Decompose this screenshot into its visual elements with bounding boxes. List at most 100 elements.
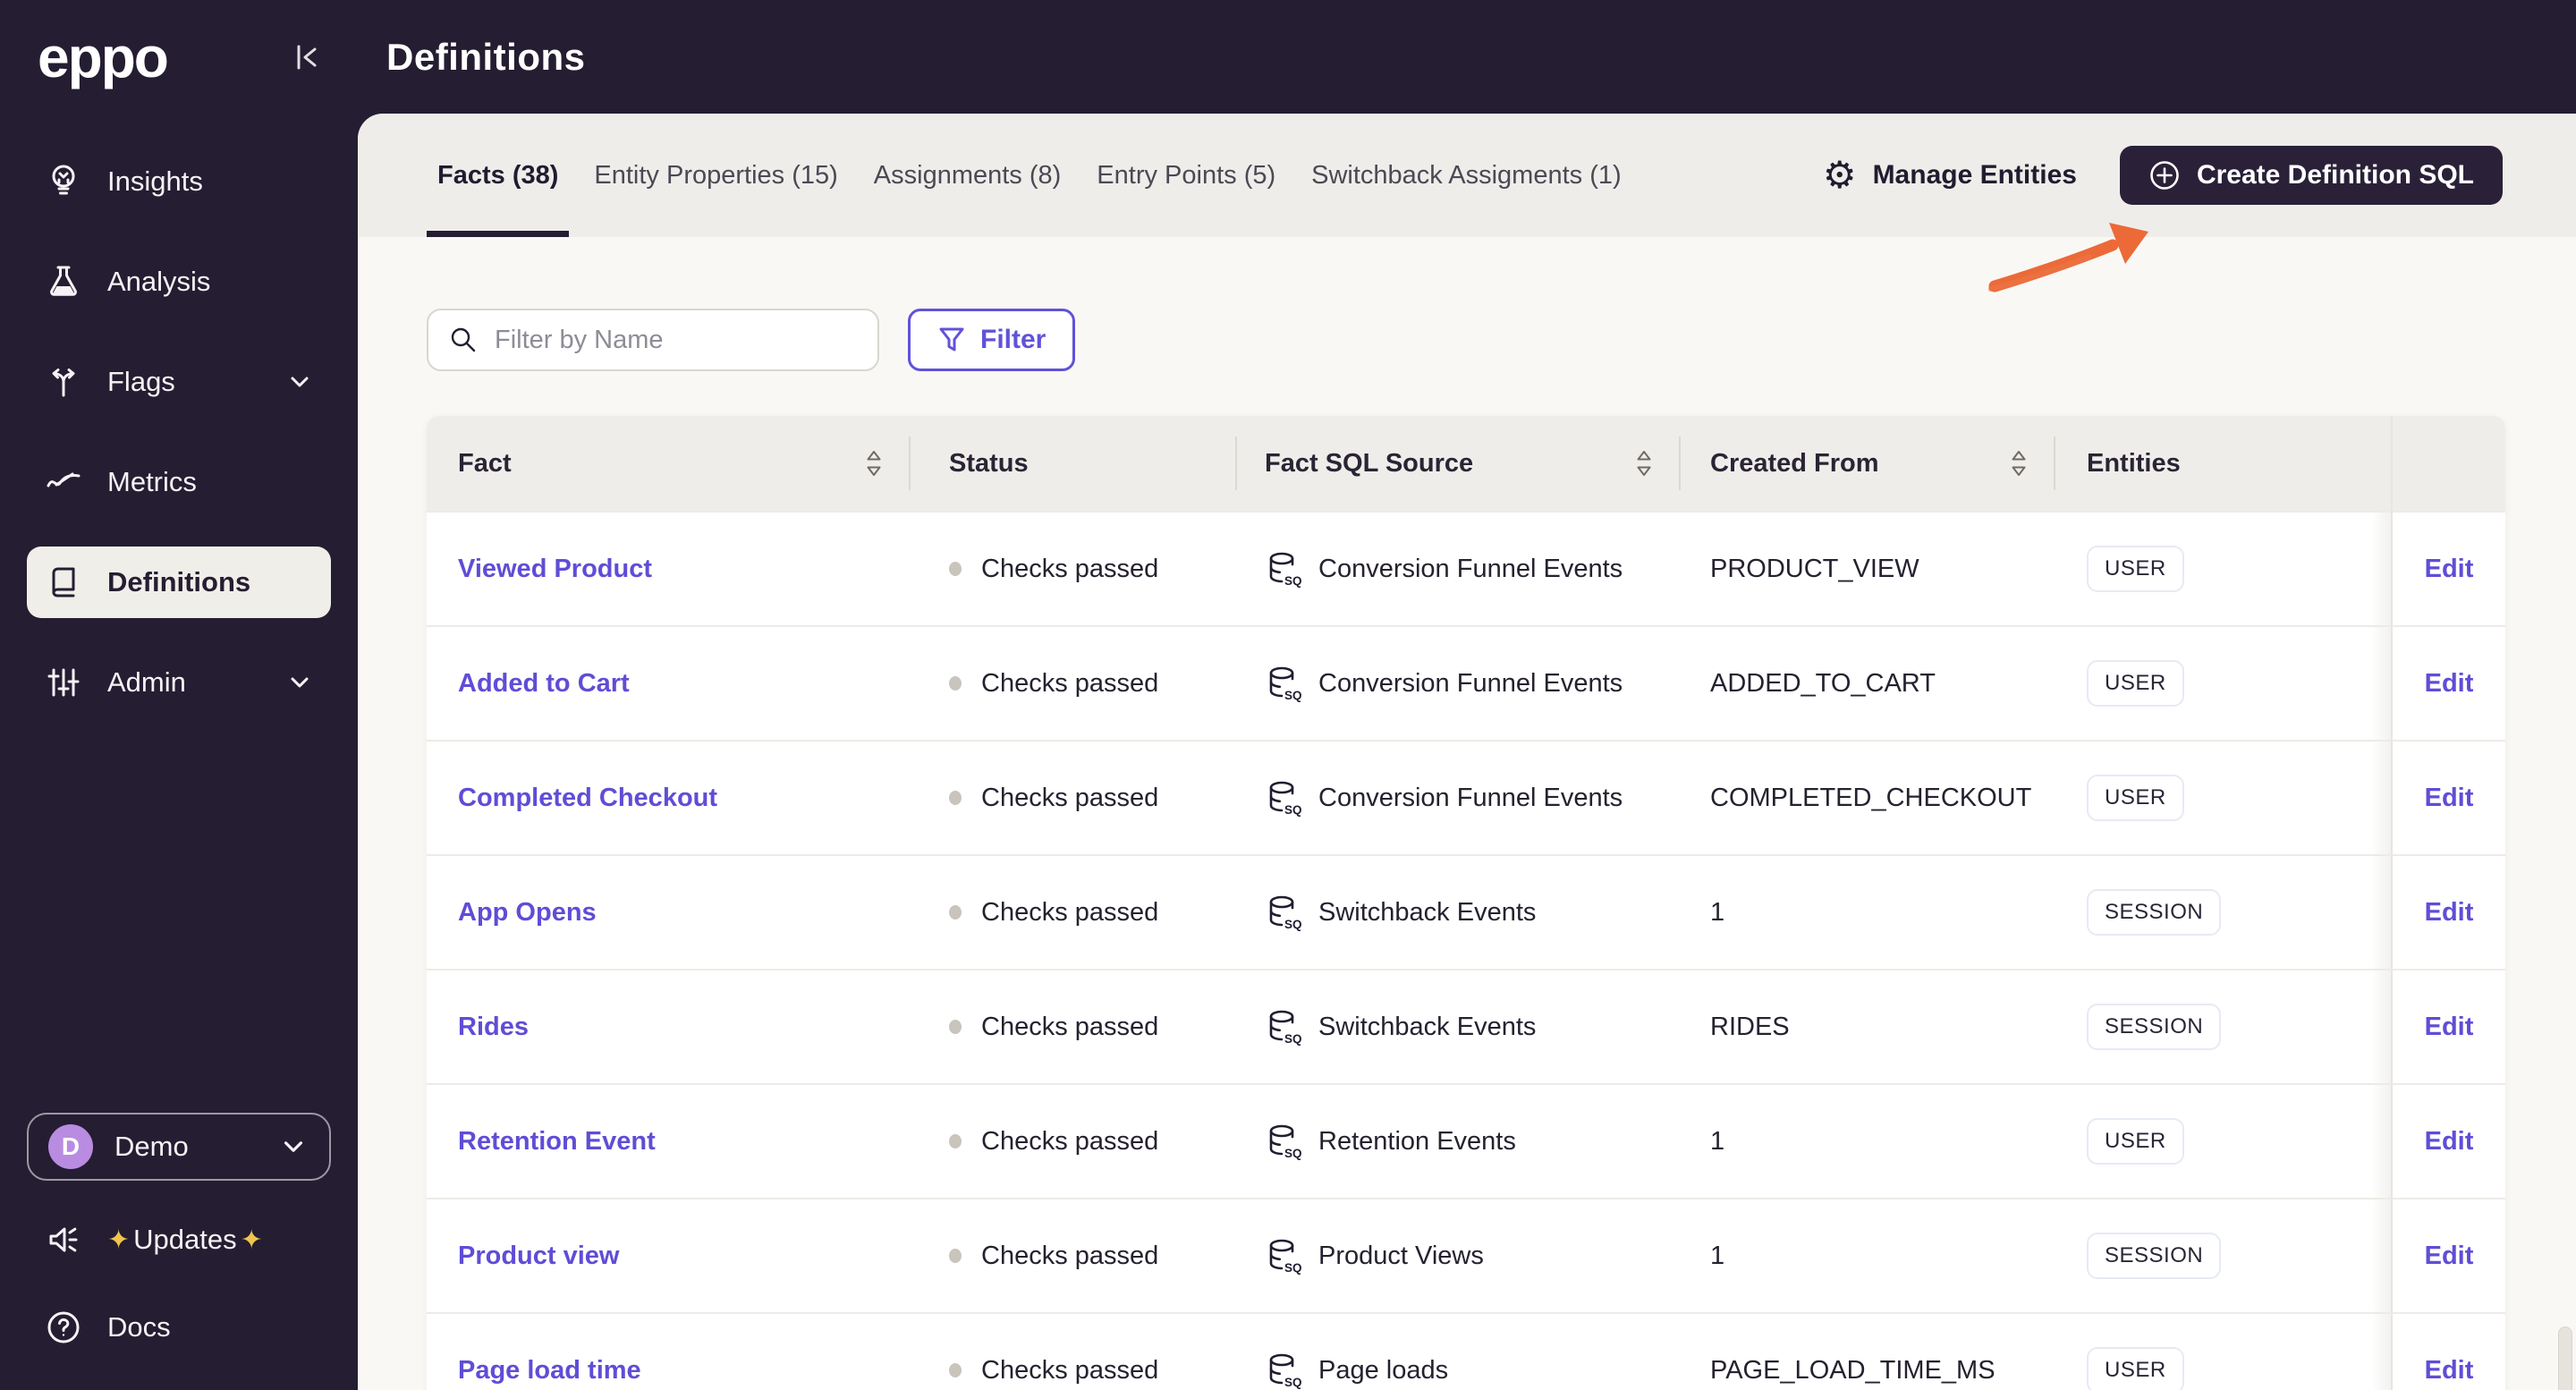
sidebar-item-label: Definitions — [107, 566, 251, 598]
fact-sql-source-cell: SQL Page loads — [1235, 1312, 1679, 1390]
entity-badge: USER — [2087, 1347, 2184, 1390]
sort-icon[interactable] — [2007, 447, 2030, 479]
svg-text:SQL: SQL — [1284, 1147, 1302, 1160]
tab-entry-points[interactable]: Entry Points (5) — [1086, 114, 1286, 237]
entity-badge: USER — [2087, 775, 2184, 821]
sidebar-item-insights[interactable]: Insights — [27, 146, 331, 217]
status-cell: Checks passed — [909, 1083, 1235, 1198]
facts-table: Fact Status Fact SQL Source Created From… — [427, 416, 2505, 1390]
sidebar-item-label: Metrics — [107, 466, 197, 497]
fact-sql-source-cell: SQL Switchback Events — [1235, 854, 1679, 969]
entities-cell: USER — [2054, 1312, 2391, 1390]
sidebar-item-updates[interactable]: ✦ Updates ✦ — [27, 1211, 331, 1268]
edit-link[interactable]: Edit — [2425, 555, 2474, 584]
fact-cell: Product view — [427, 1198, 909, 1312]
funnel-icon — [939, 327, 964, 352]
svg-text:SQL: SQL — [1284, 803, 1302, 817]
workspace-selector[interactable]: D Demo — [27, 1113, 331, 1181]
table-body: Viewed Product Checks passed SQL Convers… — [427, 511, 2505, 1390]
tab-facts[interactable]: Facts (38) — [427, 114, 570, 237]
sliders-icon — [43, 662, 84, 703]
scrollbar-thumb[interactable] — [2558, 1326, 2572, 1390]
created-from-cell: PAGE_LOAD_TIME_MS — [1679, 1312, 2054, 1390]
branch-arrows-icon — [43, 361, 84, 403]
sidebar-item-docs[interactable]: Docs — [27, 1299, 331, 1356]
edit-link[interactable]: Edit — [2425, 1127, 2474, 1157]
fact-link[interactable]: Retention Event — [458, 1127, 656, 1157]
sql-database-icon: SQL — [1269, 552, 1302, 588]
sidebar-item-analysis[interactable]: Analysis — [27, 246, 331, 318]
edit-cell: Edit — [2391, 740, 2505, 854]
sort-icon[interactable] — [1632, 447, 1656, 479]
edit-link[interactable]: Edit — [2425, 784, 2474, 813]
filter-by-name-input[interactable] — [495, 325, 858, 355]
fact-cell: Retention Event — [427, 1083, 909, 1198]
edit-link[interactable]: Edit — [2425, 1242, 2474, 1271]
edit-link[interactable]: Edit — [2425, 1013, 2474, 1042]
sidebar-item-label: Analysis — [107, 266, 211, 297]
svg-text:SQL: SQL — [1284, 689, 1302, 702]
fact-link[interactable]: App Opens — [458, 898, 597, 928]
status-dot — [949, 1363, 962, 1377]
collapse-sidebar-icon[interactable] — [288, 38, 327, 77]
edit-link[interactable]: Edit — [2425, 669, 2474, 699]
sidebar-item-flags[interactable]: Flags — [27, 346, 331, 418]
fact-link[interactable]: Product view — [458, 1242, 620, 1271]
sparkle-icon: ✦ — [240, 1225, 263, 1255]
megaphone-icon — [43, 1219, 84, 1260]
sql-database-icon: SQL — [1269, 781, 1302, 817]
fact-link[interactable]: Viewed Product — [458, 555, 652, 584]
edit-cell: Edit — [2391, 1198, 2505, 1312]
created-from-cell: 1 — [1679, 1083, 2054, 1198]
sidebar-item-definitions[interactable]: Definitions — [27, 547, 331, 618]
tab-switchback-assigments[interactable]: Switchback Assigments (1) — [1301, 114, 1632, 237]
entities-cell: USER — [2054, 1083, 2391, 1198]
status-text: Checks passed — [981, 1355, 1159, 1385]
search-icon — [451, 327, 476, 352]
filter-button[interactable]: Filter — [908, 309, 1076, 371]
entity-badge: USER — [2087, 1118, 2184, 1165]
status-dot — [949, 1134, 962, 1148]
manage-entities-button[interactable]: ⚙ Manage Entities — [1823, 157, 2077, 194]
edit-link[interactable]: Edit — [2425, 898, 2474, 928]
sql-database-icon: SQL — [1269, 895, 1302, 931]
fact-sql-source-cell: SQL Product Views — [1235, 1198, 1679, 1312]
svg-text:SQL: SQL — [1284, 1261, 1302, 1275]
sort-icon[interactable] — [862, 447, 886, 479]
fact-link[interactable]: Rides — [458, 1013, 529, 1042]
status-cell: Checks passed — [909, 969, 1235, 1083]
facts-section: Filter Fact Status Fact SQL Sourc — [358, 237, 2576, 1390]
tab-entity-properties[interactable]: Entity Properties (15) — [583, 114, 848, 237]
book-icon — [43, 562, 84, 603]
status-text: Checks passed — [981, 668, 1159, 698]
edit-cell: Edit — [2391, 1083, 2505, 1198]
entity-badge: USER — [2087, 546, 2184, 592]
tab-assignments[interactable]: Assignments (8) — [863, 114, 1072, 237]
fact-cell: Added to Cart — [427, 625, 909, 740]
chevron-down-icon — [284, 667, 315, 698]
column-header-entities: Entities — [2054, 416, 2391, 511]
create-definition-sql-button[interactable]: Create Definition SQL — [2119, 146, 2503, 205]
sql-database-icon: SQL — [1269, 1353, 1302, 1389]
fact-link[interactable]: Added to Cart — [458, 669, 630, 699]
updates-label: ✦ Updates ✦ — [107, 1224, 263, 1255]
status-text: Checks passed — [981, 897, 1159, 927]
fact-link[interactable]: Completed Checkout — [458, 784, 717, 813]
source-name: Switchback Events — [1318, 897, 1537, 927]
status-cell: Checks passed — [909, 854, 1235, 969]
status-text: Checks passed — [981, 1012, 1159, 1041]
sidebar-item-metrics[interactable]: Metrics — [27, 446, 331, 518]
edit-cell: Edit — [2391, 511, 2505, 625]
source-name: Conversion Funnel Events — [1318, 668, 1623, 698]
fact-link[interactable]: Page load time — [458, 1356, 641, 1386]
sparkle-icon: ✦ — [107, 1225, 131, 1255]
table-row: Completed Checkout Checks passed SQL Con… — [427, 740, 2505, 854]
chevron-down-icon — [277, 1131, 309, 1163]
sql-database-icon: SQL — [1269, 1010, 1302, 1046]
sidebar-item-admin[interactable]: Admin — [27, 647, 331, 718]
created-from-cell: RIDES — [1679, 969, 2054, 1083]
entity-badge: SESSION — [2087, 1233, 2222, 1279]
search-box — [427, 309, 879, 371]
edit-link[interactable]: Edit — [2425, 1356, 2474, 1386]
entity-badge: SESSION — [2087, 889, 2222, 936]
